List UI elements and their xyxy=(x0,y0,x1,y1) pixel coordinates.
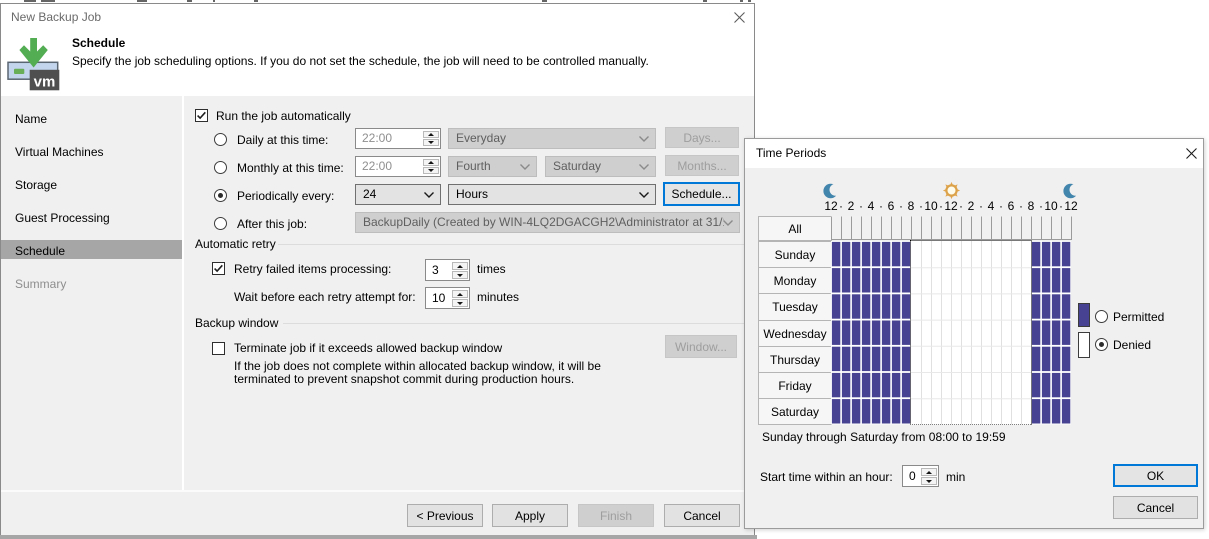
svg-text:vm: vm xyxy=(34,74,56,91)
